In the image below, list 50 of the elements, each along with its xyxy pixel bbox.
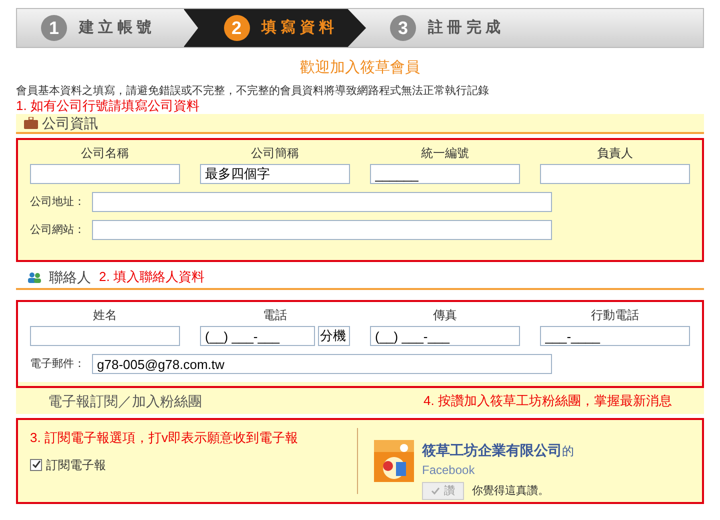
annotation: 1. 如有公司行號請填寫公司資料 (16, 98, 200, 114)
field-label: 行動電話 (591, 307, 639, 324)
field-label: 公司網站： (30, 222, 86, 238)
field-label: 公司地址： (30, 194, 86, 210)
welcome-title: 歡迎加入筱草會員 (299, 58, 421, 78)
step-label: 填 寫 資 料 (262, 18, 334, 38)
input-field[interactable]: (__) ___-___ (200, 326, 315, 346)
like-text: 你覺得這真讚。 (472, 484, 549, 499)
input-field[interactable] (92, 192, 552, 212)
step-label: 註 冊 完 成 (428, 18, 501, 38)
check-icon (431, 487, 440, 495)
field-label: 負責人 (597, 145, 633, 162)
input-field[interactable] (30, 164, 180, 184)
page-suffix: 的 (562, 444, 574, 458)
email-field[interactable]: g78-005@g78.com.tw (92, 354, 552, 374)
input-field[interactable]: 最多四個字 (200, 164, 350, 184)
step-tab[interactable]: 2 填 寫 資 料 (184, 9, 366, 47)
input-field[interactable]: (__) ___-___ (370, 326, 520, 346)
input-field[interactable]: ___-____ (540, 326, 690, 346)
step-tab[interactable]: 1 建 立 帳 號 (17, 9, 184, 47)
input-field[interactable] (540, 164, 690, 184)
section-heading: 公司資訊 (42, 114, 98, 132)
facebook-page-link[interactable]: 筱草工坊企業有限公司 (422, 442, 562, 458)
input-field[interactable] (92, 220, 552, 240)
field-label: 傳真 (433, 307, 457, 324)
step-number: 1 (41, 15, 67, 41)
field-label: 電話 (263, 307, 287, 324)
step-tab[interactable]: 3 註 冊 完 成 (366, 9, 533, 47)
input-field[interactable] (30, 326, 180, 346)
section-heading: 聯絡人 (49, 268, 91, 286)
annotation: 4. 按讚加入筱草工坊粉絲團，掌握最新消息 (424, 392, 672, 410)
input-field[interactable]: ______ (370, 164, 520, 184)
notice-text: 會員基本資料之填寫，請避免錯誤或不完整，不完整的會員資料將導致網路程式無法正常執行記錄 (16, 84, 490, 98)
annotation: 2. 填入聯絡人資料 (99, 268, 204, 286)
step-number: 2 (224, 15, 250, 41)
field-label: 統一編號 (421, 145, 469, 162)
field-label: 電子郵件： (30, 356, 86, 372)
section-heading: 電子報訂閱／加入粉絲團 (48, 392, 202, 410)
site-name: Facebook (422, 462, 476, 479)
step-number: 3 (390, 15, 416, 41)
annotation: 3. 訂閱電子報選項，打v即表示願意收到電子報 (30, 429, 299, 447)
step-label: 建 立 帳 號 (79, 18, 152, 38)
extension-field[interactable]: 分機 (318, 326, 350, 346)
field-label: 公司簡稱 (251, 145, 299, 162)
people-icon (28, 272, 41, 282)
checkbox[interactable] (30, 458, 42, 470)
briefcase-icon (24, 117, 38, 129)
field-label: 公司名稱 (81, 145, 129, 162)
checkbox-label: 訂閱電子報 (46, 456, 106, 474)
field-label: 姓名 (93, 307, 117, 324)
